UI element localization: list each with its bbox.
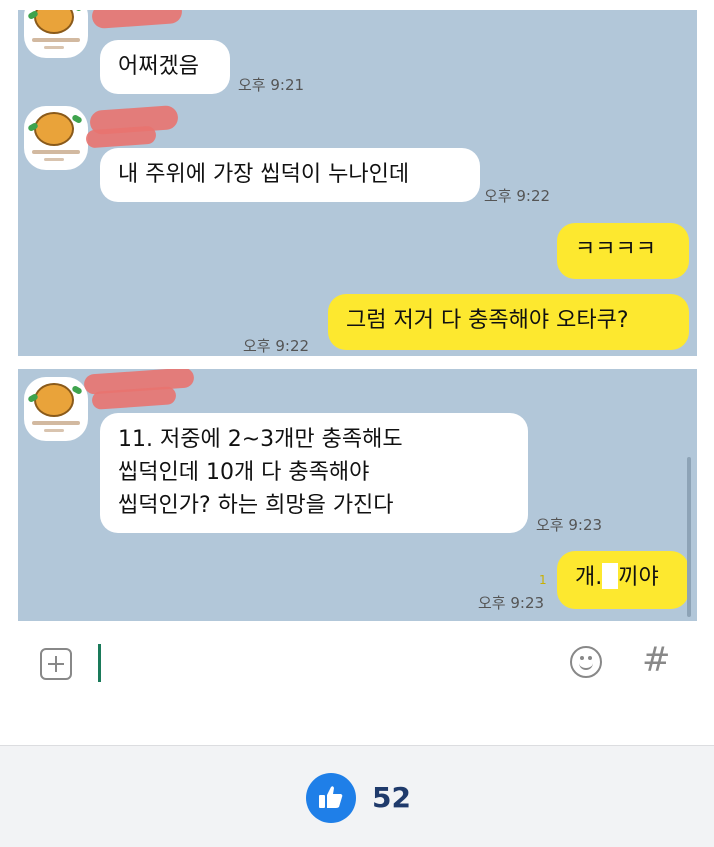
plus-icon[interactable] xyxy=(40,648,72,680)
censor-block xyxy=(602,563,619,589)
character-icon xyxy=(34,10,74,34)
character-icon xyxy=(34,112,74,146)
message-bubble[interactable]: 어쩌겠음 xyxy=(100,40,230,94)
message-bubble-outgoing[interactable]: 그럼 저거 다 충족해야 오타쿠? xyxy=(328,294,689,350)
message-time: 오후 9:22 xyxy=(484,187,551,205)
message-text: 그럼 저거 다 충족해야 오타쿠? xyxy=(346,308,629,333)
message-input[interactable] xyxy=(98,644,101,682)
message-time: 오후 9:21 xyxy=(238,76,305,94)
avatar[interactable] xyxy=(24,10,88,58)
message-bubble[interactable]: 내 주위에 가장 씹덕이 누나인데 xyxy=(100,148,480,202)
message-text: 어쩌겠음 xyxy=(118,54,199,79)
redacted-name xyxy=(91,10,183,30)
message-bubble-outgoing[interactable]: ㅋㅋㅋㅋ xyxy=(557,223,689,279)
message-line: 씹덕인가? 하는 희망을 가진다 xyxy=(118,493,394,518)
redacted-name xyxy=(85,125,157,149)
thumbs-up-icon[interactable] xyxy=(306,773,356,823)
unread-count: 1 xyxy=(539,573,547,587)
message-time: 오후 9:23 xyxy=(478,594,545,612)
scrollbar[interactable] xyxy=(687,457,691,617)
message-input-bar: # xyxy=(18,622,697,742)
hash-icon[interactable]: # xyxy=(642,640,671,680)
avatar[interactable] xyxy=(24,377,88,441)
message-bubble-outgoing[interactable]: 개. 끼야 xyxy=(557,551,689,609)
avatar[interactable] xyxy=(24,106,88,170)
chat-panel-top: 어쩌겠음 오후 9:21 내 주위에 가장 씹덕이 누나인데 오후 9:22 ㅋ… xyxy=(18,10,697,356)
message-text: 내 주위에 가장 씹덕이 누나인데 xyxy=(118,162,410,187)
chat-panel-bottom: 11. 저중에 2~3개만 충족해도 씹덕인데 10개 다 충족해야 씹덕인가?… xyxy=(18,369,697,621)
like-count: 52 xyxy=(372,781,411,814)
message-line: 11. 저중에 2~3개만 충족해도 xyxy=(118,427,403,452)
message-text-end: 끼야 xyxy=(618,565,659,590)
emoji-icon[interactable] xyxy=(570,646,602,678)
message-time: 오후 9:22 xyxy=(243,337,310,355)
message-text-start: 개 xyxy=(575,565,596,590)
reaction-bar: 52 xyxy=(0,745,714,847)
message-line: 씹덕인데 10개 다 충족해야 xyxy=(118,460,370,485)
message-time: 오후 9:23 xyxy=(536,516,603,534)
message-bubble[interactable]: 11. 저중에 2~3개만 충족해도 씹덕인데 10개 다 충족해야 씹덕인가?… xyxy=(100,413,528,533)
message-text: ㅋㅋㅋㅋ xyxy=(575,237,656,262)
character-icon xyxy=(34,383,74,417)
